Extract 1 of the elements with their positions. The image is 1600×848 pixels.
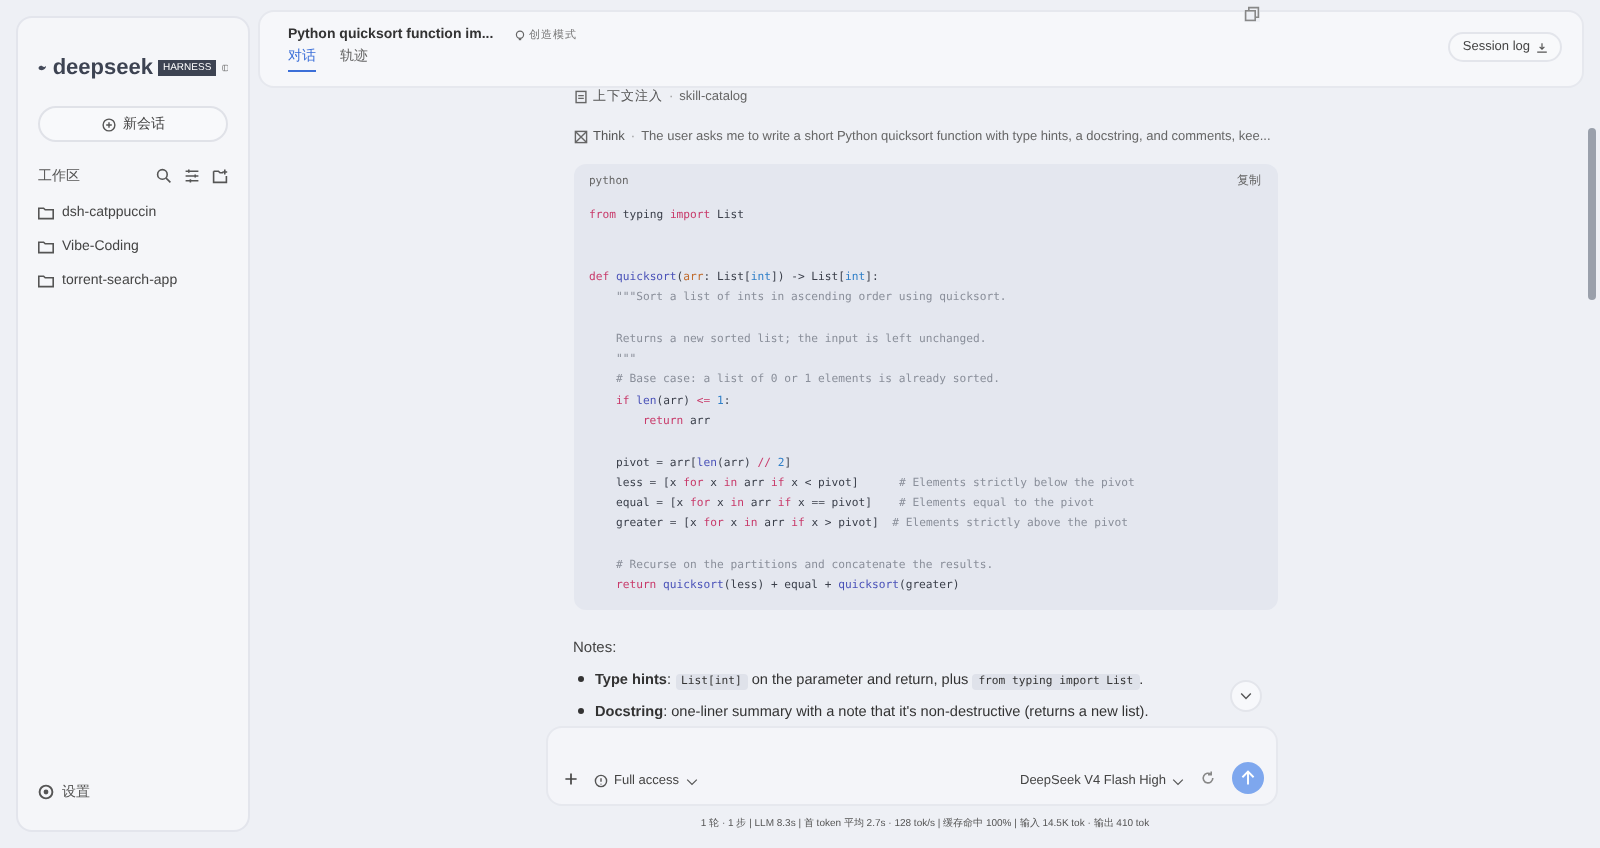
brand-name: deepseek <box>52 56 153 80</box>
